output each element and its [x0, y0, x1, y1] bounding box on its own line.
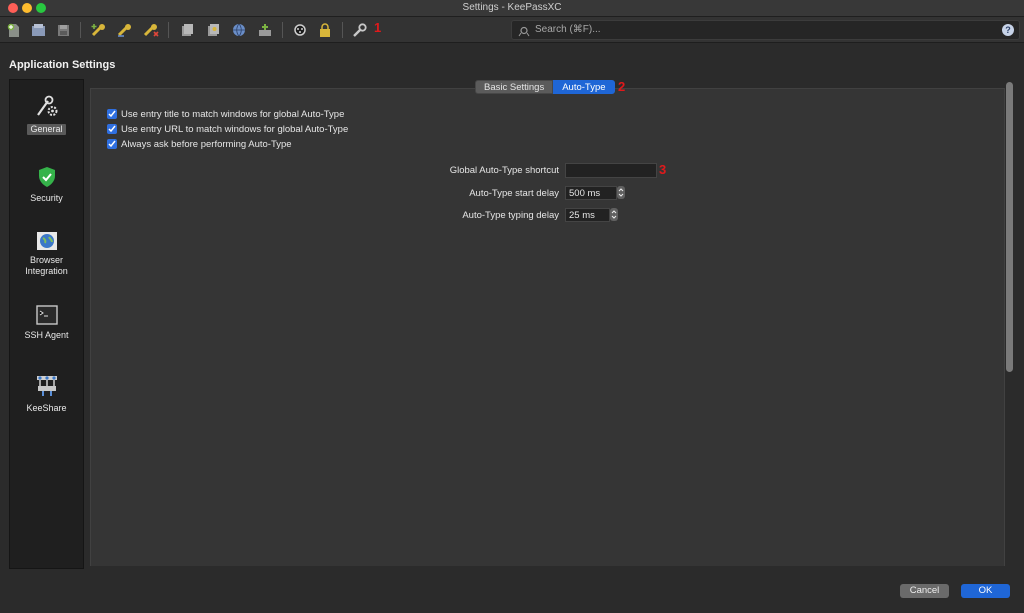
vertical-scrollbar[interactable]: [1005, 80, 1015, 568]
typing-delay-stepper[interactable]: [610, 208, 618, 221]
checkbox[interactable]: [107, 109, 117, 119]
sidebar-item-browser-integration[interactable]: Browser Integration: [10, 230, 83, 279]
page-title: Application Settings: [9, 59, 116, 71]
annotation-3: 3: [659, 162, 667, 177]
window-title: Settings - KeePassXC: [462, 2, 562, 13]
sidebar-item-ssh-agent[interactable]: SSH Agent: [10, 305, 83, 343]
sidebar-label-browser-integration: Browser Integration: [25, 255, 68, 276]
check-always-ask[interactable]: Always ask before performing Auto-Type: [107, 138, 292, 150]
sidebar-label-ssh-agent: SSH Agent: [24, 330, 69, 340]
toolbar-separator: [80, 22, 81, 38]
globe-icon: [36, 230, 58, 252]
save-database-icon[interactable]: [53, 20, 73, 40]
settings-icon[interactable]: [349, 20, 369, 40]
lock-database-icon[interactable]: [315, 20, 335, 40]
settings-sidebar: General Security Browser Integration SSH…: [9, 79, 84, 569]
check-match-title[interactable]: Use entry title to match windows for glo…: [107, 108, 344, 120]
new-database-icon[interactable]: [4, 20, 24, 40]
cancel-button[interactable]: Cancel: [900, 584, 949, 598]
password-generator-icon[interactable]: [290, 20, 310, 40]
shortcut-label: Global Auto-Type shortcut: [449, 165, 559, 176]
check-label: Use entry URL to match windows for globa…: [121, 123, 349, 135]
tab-basic-settings[interactable]: Basic Settings: [475, 80, 554, 94]
search-icon: [518, 24, 530, 42]
typing-delay-label: Auto-Type typing delay: [462, 210, 559, 221]
sidebar-label-security: Security: [30, 193, 63, 203]
start-delay-input[interactable]: 500 ms: [565, 186, 617, 200]
copy-username-icon[interactable]: [177, 20, 197, 40]
check-label: Use entry title to match windows for glo…: [121, 108, 345, 120]
sidebar-item-keeshare[interactable]: KeeShare: [10, 374, 83, 416]
terminal-icon: [35, 305, 58, 325]
help-icon[interactable]: ?: [1002, 24, 1014, 36]
copy-password-icon[interactable]: [203, 20, 223, 40]
toolbar-separator: [282, 22, 283, 38]
settings-tabs: Basic Settings Auto-Type: [475, 80, 615, 94]
check-label: Always ask before performing Auto-Type: [121, 138, 292, 150]
sidebar-item-general[interactable]: General: [10, 93, 83, 137]
scrollbar-thumb[interactable]: [1006, 82, 1013, 372]
sidebar-label-general: General: [27, 124, 66, 135]
search-placeholder: Search (⌘F)...: [535, 24, 601, 35]
title-bar: Settings - KeePassXC: [0, 0, 1024, 17]
checkbox[interactable]: [107, 139, 117, 149]
edit-entry-icon[interactable]: [115, 20, 135, 40]
check-match-url[interactable]: Use entry URL to match windows for globa…: [107, 123, 348, 135]
sidebar-label-keeshare: KeeShare: [26, 403, 67, 413]
shortcut-input[interactable]: [565, 163, 657, 178]
copy-url-icon[interactable]: [229, 20, 249, 40]
typing-delay-input[interactable]: 25 ms: [565, 208, 610, 222]
autotype-icon[interactable]: [255, 20, 275, 40]
settings-panel: [90, 88, 1005, 566]
delete-entry-icon[interactable]: [141, 20, 161, 40]
open-database-icon[interactable]: [28, 20, 48, 40]
start-delay-stepper[interactable]: [617, 186, 625, 199]
start-delay-label: Auto-Type start delay: [469, 188, 559, 199]
annotation-1: 1: [374, 20, 382, 35]
search-input[interactable]: Search (⌘F)... ?: [511, 20, 1020, 40]
add-entry-icon[interactable]: [89, 20, 109, 40]
tab-auto-type[interactable]: Auto-Type: [553, 80, 615, 94]
toolbar-separator: [168, 22, 169, 38]
sidebar-item-security[interactable]: Security: [10, 166, 83, 206]
ok-button[interactable]: OK: [961, 584, 1010, 598]
network-icon: [35, 374, 59, 398]
annotation-2: 2: [618, 79, 626, 94]
gear-wrench-icon: [34, 93, 60, 119]
toolbar-separator: [342, 22, 343, 38]
shield-icon: [37, 166, 57, 188]
checkbox[interactable]: [107, 124, 117, 134]
